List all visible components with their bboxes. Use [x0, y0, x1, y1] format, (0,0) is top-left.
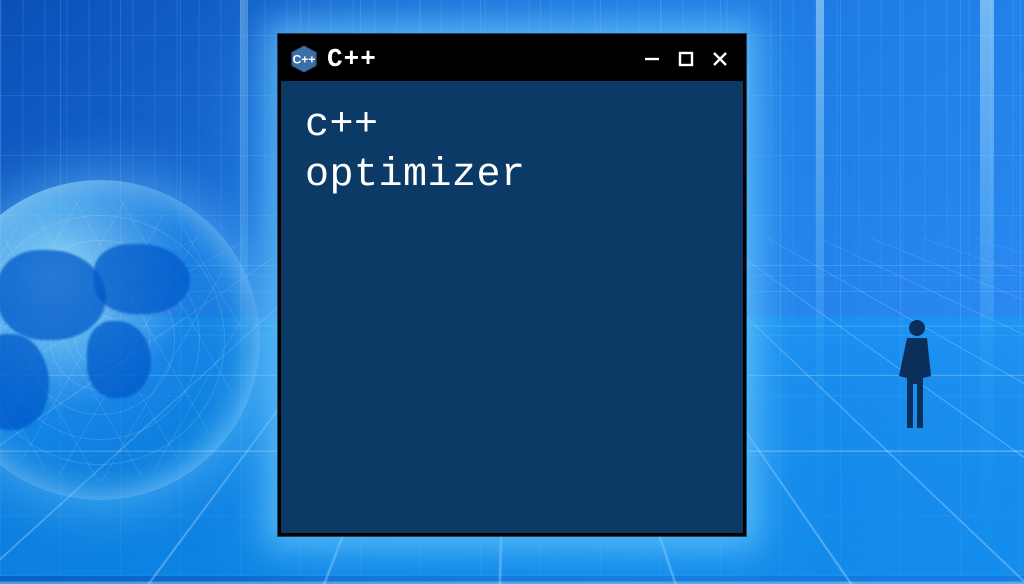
- svg-text:C++: C++: [292, 53, 315, 67]
- window-controls: [637, 44, 735, 74]
- content-line-1: c++: [305, 101, 719, 151]
- maximize-button[interactable]: [671, 44, 701, 74]
- window-title: C++: [327, 44, 377, 74]
- person-silhouette: [895, 316, 939, 436]
- app-window: C++ C++ c++ optimizer: [278, 34, 746, 536]
- cpp-icon: C++: [289, 44, 319, 74]
- content-line-2: optimizer: [305, 151, 719, 201]
- titlebar[interactable]: C++ C++: [281, 37, 743, 81]
- minimize-button[interactable]: [637, 44, 667, 74]
- window-content: c++ optimizer: [281, 81, 743, 533]
- close-button[interactable]: [705, 44, 735, 74]
